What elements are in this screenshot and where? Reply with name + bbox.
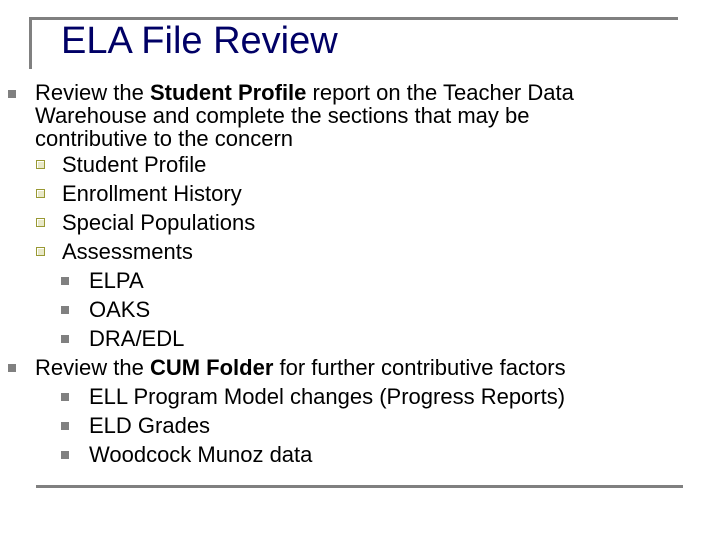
title-frame-left-rule bbox=[29, 17, 32, 69]
sub-item-text: Special Populations bbox=[62, 210, 256, 235]
text-segment: for further contributive factors bbox=[273, 355, 566, 380]
square-bullet-icon bbox=[61, 422, 69, 430]
sub-item-text: Assessments bbox=[62, 239, 193, 264]
square-bullet-icon bbox=[61, 393, 69, 401]
checkbox-bullet-icon bbox=[36, 247, 45, 256]
sub-item-text: Enrollment History bbox=[62, 181, 242, 206]
square-bullet-icon bbox=[8, 90, 16, 98]
footer-rule bbox=[36, 485, 683, 488]
sub-sub-item-text: ELD Grades bbox=[89, 413, 211, 438]
bold-text-segment: Student Profile bbox=[149, 80, 307, 105]
square-bullet-icon bbox=[61, 306, 69, 314]
sub-sub-item-text: ELPA bbox=[89, 268, 144, 293]
sub-item-text: Student Profile bbox=[62, 152, 207, 177]
bullet-text-line: Warehouse and complete the sections that… bbox=[35, 103, 530, 128]
square-bullet-icon bbox=[61, 277, 69, 285]
checkbox-bullet-icon bbox=[36, 218, 45, 227]
sub-sub-item-text: ELL Program Model changes (Progress Repo… bbox=[89, 384, 566, 409]
sub-sub-item-text: DRA/EDL bbox=[89, 326, 185, 351]
bullet-text-line: Review the CUM Folder for further contri… bbox=[35, 356, 566, 379]
text-segment: Review the bbox=[35, 355, 150, 380]
text-segment: Review the bbox=[35, 80, 150, 105]
checkbox-bullet-icon bbox=[36, 160, 45, 169]
bullet-text-line: contributive to the concern bbox=[35, 126, 294, 151]
sub-sub-item-text: OAKS bbox=[89, 297, 151, 322]
bullet-text-line: Review the Student Profile report on the… bbox=[35, 81, 574, 104]
text-segment: report on the Teacher Data bbox=[306, 80, 574, 105]
checkbox-bullet-icon bbox=[36, 189, 45, 198]
square-bullet-icon bbox=[61, 451, 69, 459]
square-bullet-icon bbox=[8, 364, 16, 372]
square-bullet-icon bbox=[61, 335, 69, 343]
slide-title: ELA File Review bbox=[61, 20, 338, 62]
bold-text-segment: CUM Folder bbox=[149, 355, 274, 380]
sub-sub-item-text: Woodcock Munoz data bbox=[89, 442, 313, 467]
